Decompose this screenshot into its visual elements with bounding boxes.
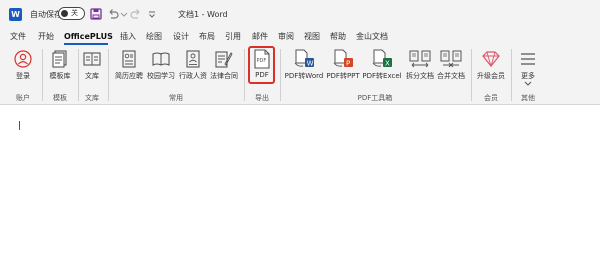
- group-divider: [244, 49, 245, 101]
- resume-button[interactable]: 简历应聘: [112, 48, 146, 90]
- split-document-button[interactable]: 拆分文档: [404, 48, 436, 90]
- campus-study-button[interactable]: 校园学习: [145, 48, 177, 90]
- tab-layout[interactable]: 布局: [199, 28, 215, 46]
- tab-insert[interactable]: 插入: [120, 28, 136, 46]
- word-badge-text: W: [307, 60, 314, 68]
- pdf-to-ppt-label: PDF转PPT: [326, 72, 360, 80]
- legal-contract-label: 法律合同: [210, 72, 238, 80]
- pdf-to-word-label: PDF转Word: [284, 72, 324, 80]
- group-label-export: 导出: [255, 94, 269, 102]
- library-label: 文库: [85, 72, 99, 80]
- pdf-highlight-box: [248, 46, 275, 84]
- template-icon: [49, 49, 71, 69]
- login-button[interactable]: 登录: [9, 48, 37, 90]
- document-canvas[interactable]: [0, 105, 600, 261]
- text-cursor: [19, 121, 20, 130]
- resume-icon: [118, 49, 140, 69]
- save-icon[interactable]: [90, 8, 102, 20]
- upgrade-member-label: 升级会员: [477, 72, 505, 80]
- chevron-down-icon: [524, 81, 532, 86]
- tab-view[interactable]: 视图: [304, 28, 320, 46]
- template-library-label: 模板库: [49, 72, 71, 80]
- admin-hr-label: 行政人资: [179, 72, 207, 80]
- admin-icon: [182, 49, 204, 69]
- upgrade-member-button[interactable]: 升级会员: [474, 48, 508, 90]
- tab-help[interactable]: 帮助: [330, 28, 346, 46]
- group-label-common: 常用: [169, 94, 183, 102]
- tab-file[interactable]: 文件: [10, 28, 26, 46]
- tab-mailings[interactable]: 邮件: [252, 28, 268, 46]
- pdf-to-word-button[interactable]: W PDF转Word: [283, 48, 325, 90]
- excel-badge-text: X: [385, 60, 390, 68]
- more-icon: [517, 49, 539, 69]
- more-button[interactable]: 更多: [515, 48, 541, 90]
- group-label-library: 文库: [85, 94, 99, 102]
- split-doc-icon: [409, 49, 431, 69]
- group-label-account: 账户: [16, 94, 30, 102]
- group-divider: [42, 49, 43, 101]
- autosave-state: 关: [71, 9, 78, 17]
- ppt-badge-text: P: [346, 60, 350, 68]
- split-document-label: 拆分文档: [406, 72, 434, 80]
- menu-bar: 文件 开始 OfficePLUS 插入 绘图 设计 布局 引用 邮件 审阅 视图…: [0, 28, 600, 46]
- campus-icon: [150, 49, 172, 69]
- pdf-to-ppt-button[interactable]: P PDF转PPT: [325, 48, 361, 90]
- upgrade-icon: [480, 49, 502, 69]
- merge-document-button[interactable]: 合并文档: [435, 48, 467, 90]
- template-library-button[interactable]: 模板库: [45, 48, 75, 90]
- merge-doc-icon: [440, 49, 462, 69]
- group-label-pdf-toolbox: PDF工具箱: [357, 94, 393, 102]
- user-icon: [12, 49, 34, 69]
- group-divider: [280, 49, 281, 101]
- redo-icon[interactable]: [130, 8, 142, 20]
- more-label: 更多: [521, 72, 535, 80]
- toggle-knob: [61, 10, 68, 17]
- title-bar: W 自动保存 关 文档1 - Word: [0, 0, 600, 28]
- tab-design[interactable]: 设计: [173, 28, 189, 46]
- autosave-toggle[interactable]: 关: [58, 7, 85, 20]
- tab-kingsoft-docs[interactable]: 金山文档: [356, 28, 388, 46]
- group-label-other: 其他: [521, 94, 535, 102]
- group-divider: [78, 49, 79, 101]
- resume-label: 简历应聘: [115, 72, 143, 80]
- ribbon: 登录 账户 模板库 模板 文库 文库 简历应聘 校园学习 行政人资 法律合同 常…: [0, 46, 600, 105]
- merge-document-label: 合并文档: [437, 72, 465, 80]
- library-icon: [81, 49, 103, 69]
- pdf-to-excel-button[interactable]: X PDF转Excel: [362, 48, 402, 90]
- customize-icon[interactable]: [146, 8, 158, 20]
- group-label-template: 模板: [53, 94, 67, 102]
- word-logo-icon: W: [9, 8, 22, 21]
- pdf-to-ppt-icon: P: [332, 49, 354, 69]
- group-divider: [511, 49, 512, 101]
- tab-draw[interactable]: 绘图: [146, 28, 162, 46]
- tab-references[interactable]: 引用: [225, 28, 241, 46]
- undo-dropdown-icon[interactable]: [118, 8, 130, 20]
- library-button[interactable]: 文库: [80, 48, 104, 90]
- pdf-to-excel-label: PDF转Excel: [362, 72, 402, 80]
- tab-home[interactable]: 开始: [38, 28, 54, 46]
- group-divider: [471, 49, 472, 101]
- campus-study-label: 校园学习: [147, 72, 175, 80]
- login-label: 登录: [16, 72, 30, 80]
- active-tab-indicator: [64, 43, 108, 45]
- tab-review[interactable]: 审阅: [278, 28, 294, 46]
- pdf-to-excel-icon: X: [371, 49, 393, 69]
- group-label-member: 会员: [484, 94, 498, 102]
- group-divider: [108, 49, 109, 101]
- admin-hr-button[interactable]: 行政人资: [177, 48, 209, 90]
- pdf-to-word-icon: W: [293, 49, 315, 69]
- document-title: 文档1 - Word: [178, 9, 228, 19]
- legal-contract-button[interactable]: 法律合同: [208, 48, 240, 90]
- legal-icon: [213, 49, 235, 69]
